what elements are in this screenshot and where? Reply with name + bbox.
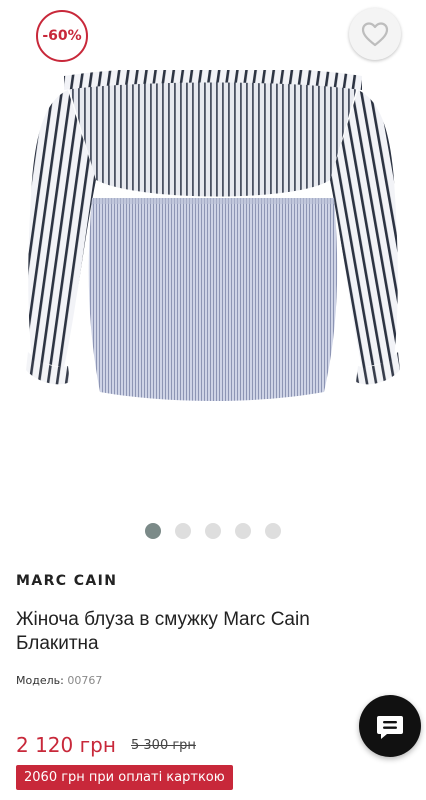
product-gallery[interactable]: -60% [0, 0, 426, 560]
gallery-dot-5[interactable] [265, 523, 281, 539]
model-code: 00767 [67, 674, 103, 687]
model-label: Модель: [16, 674, 64, 687]
gallery-dot-4[interactable] [235, 523, 251, 539]
product-model: Модель: 00767 [16, 674, 102, 687]
gallery-dot-2[interactable] [175, 523, 191, 539]
old-price: 5 300 грн [131, 738, 196, 753]
discount-badge: -60% [36, 10, 88, 62]
product-image [26, 70, 400, 401]
discount-badge-text: -60% [42, 28, 82, 44]
heart-icon [361, 22, 389, 47]
current-price: 2 120 грн [16, 733, 116, 757]
card-payment-offer: 2060 грн при оплаті карткою [16, 765, 233, 790]
gallery-dot-1[interactable] [145, 523, 161, 539]
brand-name[interactable]: MARC CAIN [16, 573, 117, 589]
chat-button[interactable] [359, 695, 421, 757]
chat-bubble-icon [377, 716, 403, 739]
product-title: Жіноча блуза в смужку Marc Cain Блакитна [16, 609, 310, 654]
gallery-pagination [0, 523, 426, 539]
wishlist-button[interactable] [349, 8, 401, 60]
gallery-dot-3[interactable] [205, 523, 221, 539]
